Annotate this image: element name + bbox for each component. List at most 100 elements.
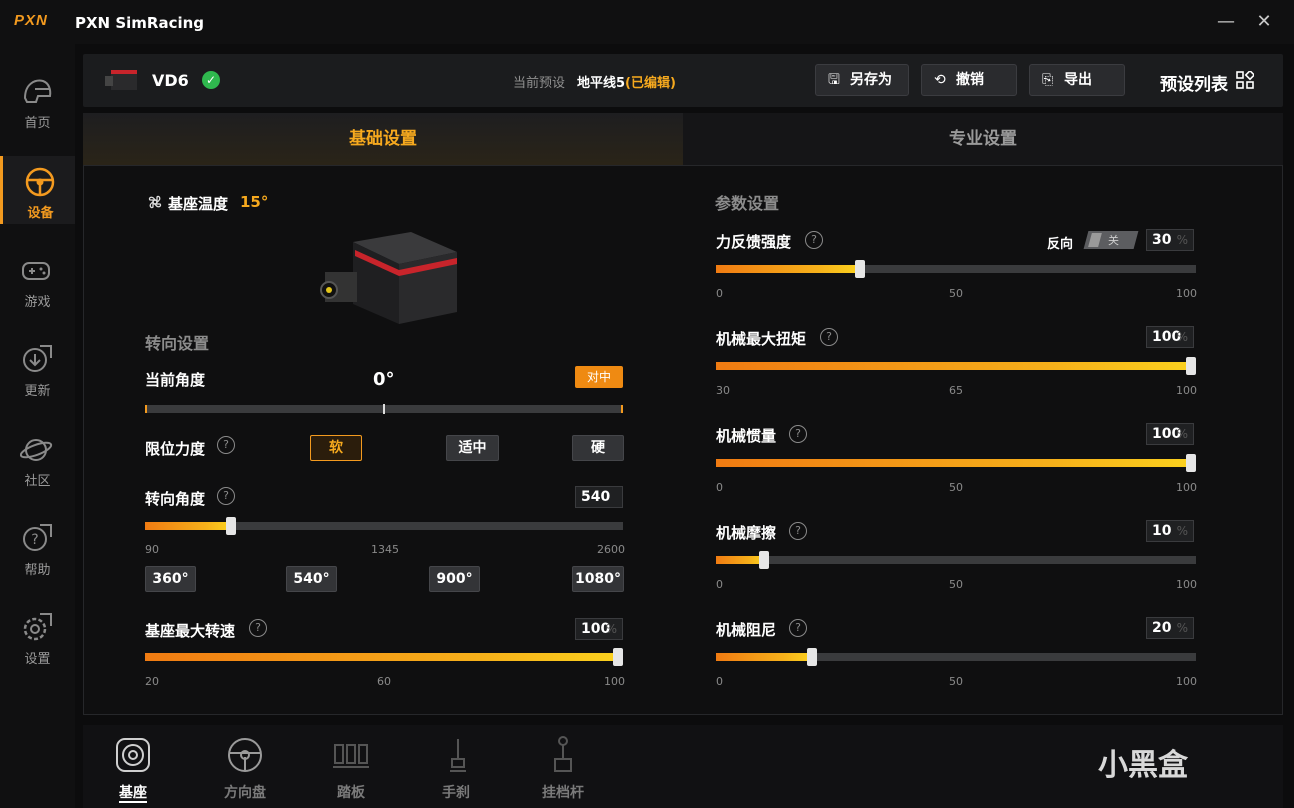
param-value-input[interactable]: 20% bbox=[1146, 617, 1194, 639]
preset-900-button[interactable]: 900° bbox=[429, 566, 480, 592]
param-slider[interactable] bbox=[716, 551, 1196, 569]
param-label: 机械惯量 bbox=[716, 427, 777, 445]
sidebar-item-settings[interactable]: 设置 bbox=[0, 602, 75, 670]
slider-tick: 100 bbox=[1176, 384, 1197, 397]
center-button[interactable]: 对中 bbox=[575, 366, 623, 388]
slider-tick: 30 bbox=[716, 384, 730, 397]
connected-check-icon: ✓ bbox=[202, 71, 220, 89]
param-section-title: 参数设置 bbox=[715, 194, 780, 213]
pxn-logo: PXN bbox=[14, 12, 48, 29]
help-icon[interactable]: ? bbox=[789, 425, 807, 443]
download-icon bbox=[23, 345, 52, 372]
sidebar-item-games[interactable]: 游戏 bbox=[0, 245, 75, 313]
bottom-nav-shifter[interactable]: 挂档杆 bbox=[527, 725, 599, 808]
slider-handle[interactable] bbox=[1186, 454, 1196, 472]
bottom-nav-steering-wheel[interactable]: 方向盘 bbox=[209, 725, 281, 808]
limit-force-soft-button[interactable]: 软 bbox=[310, 435, 362, 461]
param-value-input[interactable]: 100% bbox=[1146, 326, 1194, 348]
slider-handle[interactable] bbox=[613, 648, 623, 666]
param-value-input[interactable]: 10% bbox=[1146, 520, 1194, 542]
angle-bar-right-cap bbox=[621, 405, 623, 413]
bottom-nav-label: 方向盘 bbox=[224, 785, 266, 801]
save-as-button[interactable]: 🖫 另存为 bbox=[815, 64, 909, 96]
slider-fill bbox=[716, 362, 1196, 370]
limit-force-medium-button[interactable]: 适中 bbox=[446, 435, 499, 461]
slider-tick: 50 bbox=[949, 675, 963, 688]
preset-540-button[interactable]: 540° bbox=[286, 566, 337, 592]
help-icon[interactable]: ? bbox=[820, 328, 838, 346]
param-slider[interactable] bbox=[716, 454, 1196, 472]
slider-handle[interactable] bbox=[1186, 357, 1196, 375]
save-as-label: 另存为 bbox=[850, 72, 892, 88]
tab-basic-settings[interactable]: 基础设置 bbox=[83, 113, 683, 165]
steering-angle-input[interactable]: 540 bbox=[575, 486, 623, 508]
undo-icon: ⟲ bbox=[934, 72, 946, 88]
param-slider[interactable] bbox=[716, 648, 1196, 666]
bottom-nav-pedals[interactable]: 踏板 bbox=[315, 725, 387, 808]
device-bar: VD6 ✓ 当前预设 地平线5(已编辑) 🖫 另存为 ⟲ 撤销 ⎘ 导出 预设列表 bbox=[83, 54, 1283, 107]
help-icon[interactable]: ? bbox=[805, 231, 823, 249]
preset-1080-button[interactable]: 1080° bbox=[572, 566, 624, 592]
slider-tick: 65 bbox=[949, 384, 963, 397]
help-icon[interactable]: ? bbox=[217, 436, 235, 454]
param-slider[interactable] bbox=[716, 357, 1196, 375]
sidebar-item-update[interactable]: 更新 bbox=[0, 334, 75, 402]
help-icon[interactable]: ? bbox=[217, 487, 235, 505]
gear-icon bbox=[23, 613, 52, 641]
current-angle-value: 0° bbox=[373, 369, 395, 390]
steering-angle-value: 540 bbox=[581, 489, 611, 505]
current-angle-label: 当前角度 bbox=[145, 371, 206, 389]
steering-angle-slider[interactable] bbox=[145, 517, 623, 535]
handbrake-icon bbox=[450, 739, 466, 772]
param-value: 30 bbox=[1152, 232, 1172, 248]
wheelbase-thumbnail bbox=[105, 70, 137, 90]
toggle-state: 关 bbox=[1108, 234, 1119, 247]
undo-button[interactable]: ⟲ 撤销 bbox=[921, 64, 1017, 96]
close-button[interactable]: ✕ bbox=[1252, 10, 1276, 34]
slider-tick: 0 bbox=[716, 287, 723, 300]
wheelbase-icon bbox=[116, 738, 150, 772]
preset-360-button[interactable]: 360° bbox=[145, 566, 196, 592]
param-value-input[interactable]: 100% bbox=[1146, 423, 1194, 445]
percent-unit: % bbox=[1176, 621, 1188, 635]
slider-handle[interactable] bbox=[225, 517, 236, 535]
bottom-nav-label: 踏板 bbox=[337, 785, 365, 801]
angle-bar-left-cap bbox=[145, 405, 147, 413]
sidebar-item-device[interactable]: 设备 bbox=[0, 156, 75, 224]
bottom-nav-wheelbase[interactable]: 基座 bbox=[97, 725, 169, 808]
export-icon: ⎘ bbox=[1042, 72, 1054, 88]
param-slider[interactable] bbox=[716, 260, 1196, 278]
slider-handle[interactable] bbox=[807, 648, 817, 666]
tab-pro-settings[interactable]: 专业设置 bbox=[683, 113, 1283, 165]
max-speed-slider[interactable] bbox=[145, 648, 623, 666]
export-button[interactable]: ⎘ 导出 bbox=[1029, 64, 1125, 96]
slider-handle[interactable] bbox=[855, 260, 865, 278]
help-icon[interactable]: ? bbox=[249, 619, 267, 637]
sidebar-item-label: 更新 bbox=[24, 384, 51, 399]
help-icon[interactable]: ? bbox=[789, 522, 807, 540]
limit-force-label: 限位力度 bbox=[145, 440, 206, 458]
preset-list-button[interactable]: 预设列表 bbox=[1160, 70, 1228, 95]
slider-tick: 1345 bbox=[371, 543, 399, 556]
base-temp-value: 15° bbox=[240, 193, 269, 211]
minimize-button[interactable]: — bbox=[1214, 10, 1238, 34]
current-preset-name: 地平线5(已编辑) bbox=[577, 72, 676, 91]
slider-handle[interactable] bbox=[759, 551, 769, 569]
helmet-icon bbox=[23, 79, 52, 103]
undo-label: 撤销 bbox=[956, 72, 984, 88]
help-icon[interactable]: ? bbox=[789, 619, 807, 637]
grid-icon[interactable] bbox=[1236, 71, 1254, 89]
sidebar-item-home[interactable]: 首页 bbox=[0, 66, 75, 134]
gamepad-icon bbox=[22, 262, 50, 280]
limit-force-hard-button[interactable]: 硬 bbox=[572, 435, 624, 461]
sidebar-item-label: 设备 bbox=[27, 206, 54, 221]
toggle-knob bbox=[1088, 233, 1102, 247]
sidebar-item-community[interactable]: 社区 bbox=[0, 424, 75, 492]
reverse-toggle[interactable]: 关 bbox=[1083, 231, 1139, 249]
param-label: 机械最大扭矩 bbox=[716, 330, 807, 348]
max-speed-input[interactable]: 100% bbox=[575, 618, 623, 640]
param-value-input[interactable]: 30% bbox=[1146, 229, 1194, 251]
sidebar-item-help[interactable]: ? 帮助 bbox=[0, 513, 75, 581]
device-name: VD6 bbox=[152, 71, 189, 90]
bottom-nav-handbrake[interactable]: 手刹 bbox=[420, 725, 492, 808]
